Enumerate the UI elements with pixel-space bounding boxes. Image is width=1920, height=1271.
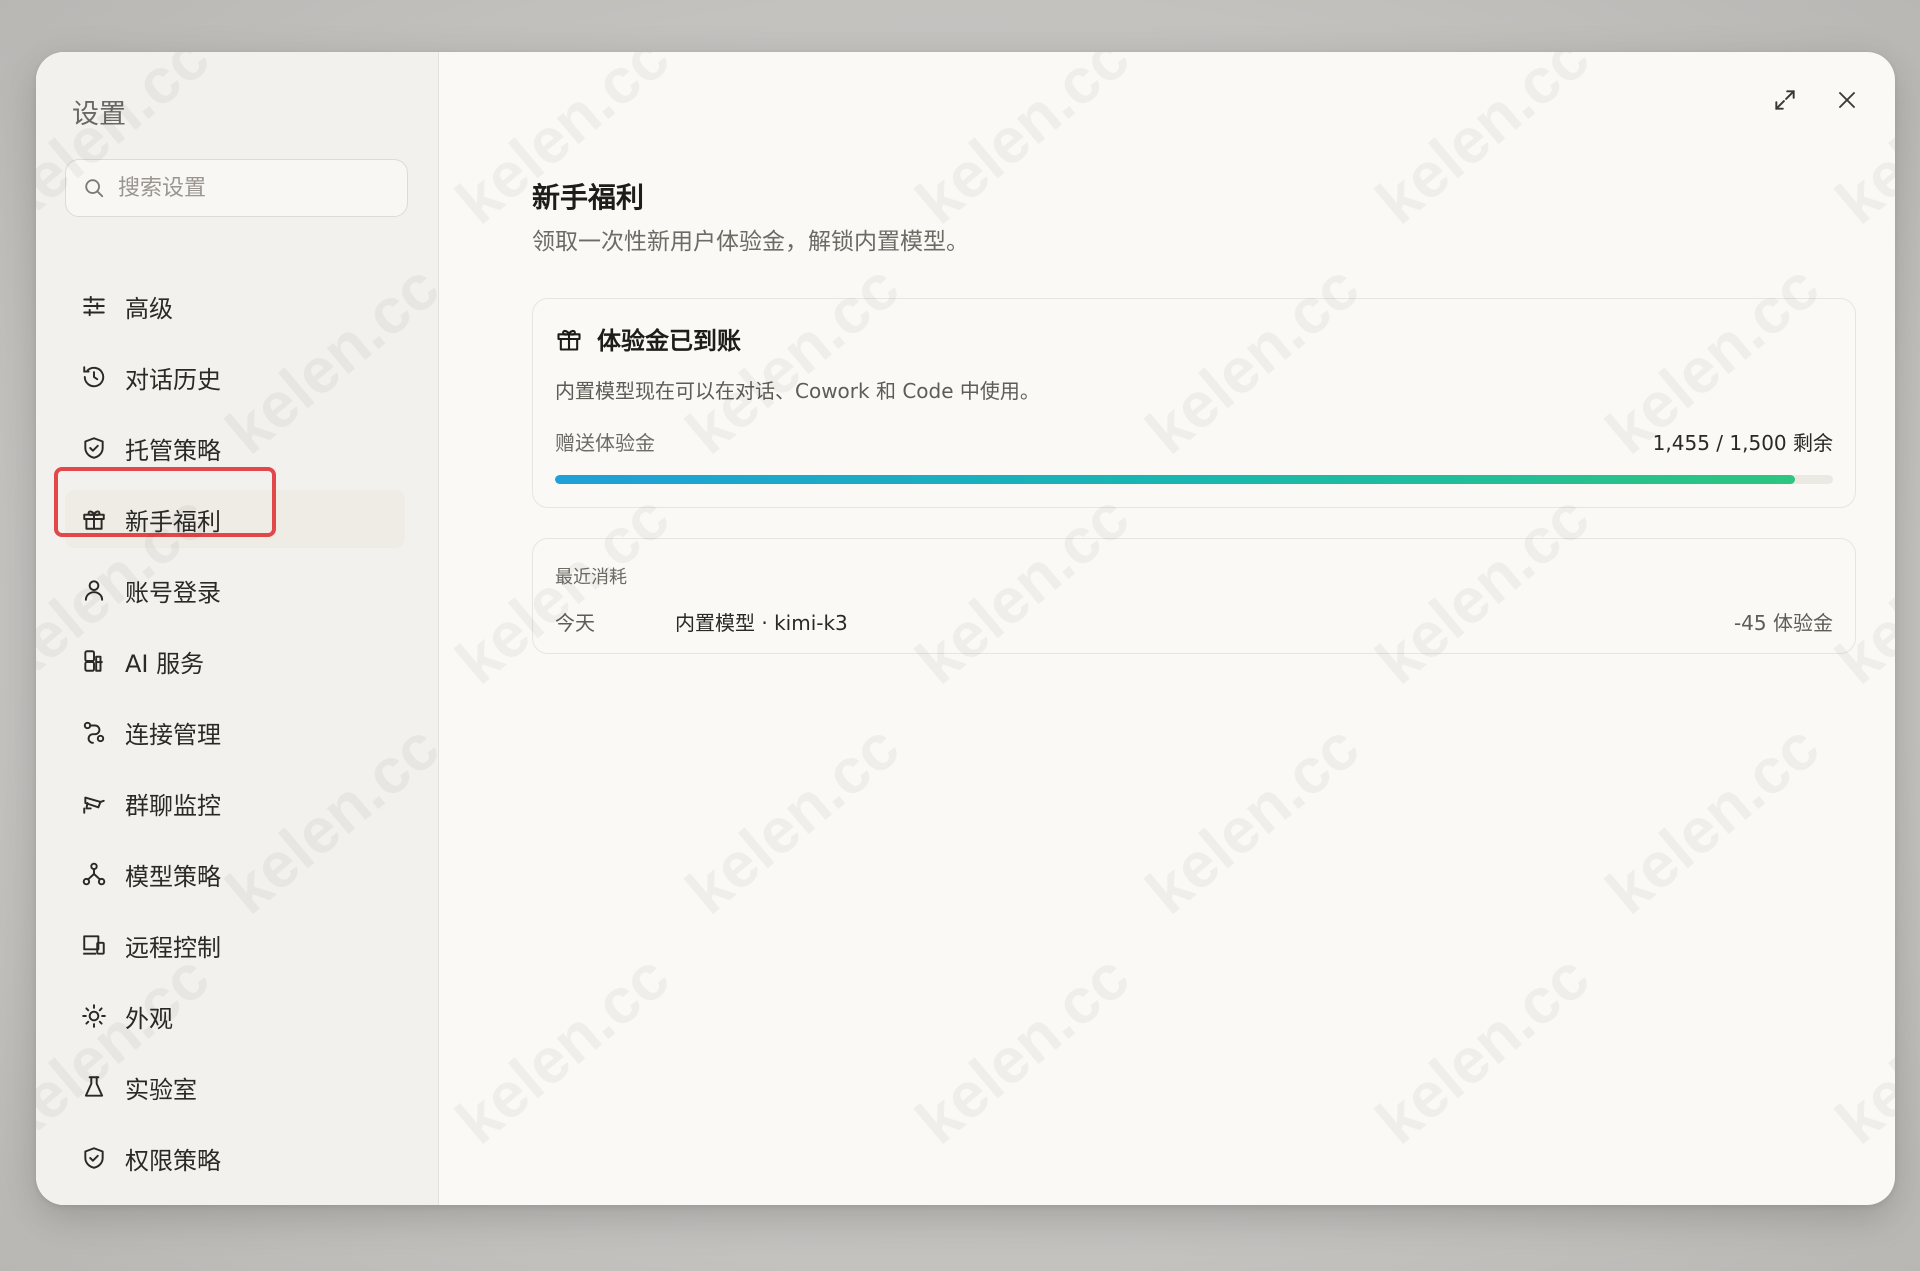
balance-progress-fill (555, 475, 1795, 484)
sidebar-item-newbie-benefits[interactable]: 新手福利 (65, 490, 405, 548)
sidebar-item-history[interactable]: 对话历史 (65, 348, 405, 406)
bonus-card-title: 体验金已到账 (597, 327, 741, 355)
sidebar-item-lab[interactable]: 实验室 (65, 1058, 405, 1116)
history-icon (79, 362, 109, 392)
sidebar-item-account-login[interactable]: 账号登录 (65, 561, 405, 619)
page-subtitle: 领取一次性新用户体验金，解锁内置模型。 (532, 229, 969, 255)
bonus-card: 体验金已到账 内置模型现在可以在对话、Cowork 和 Code 中使用。 赠送… (532, 298, 1856, 508)
sidebar-item-label: 连接管理 (125, 720, 221, 749)
usage-card-label: 最近消耗 (555, 567, 627, 588)
balance-progress-bar (555, 475, 1833, 484)
page-title: 新手福利 (532, 181, 645, 214)
sidebar-item-managed-policy[interactable]: 托管策略 (65, 419, 405, 477)
usage-card: 最近消耗 今天 内置模型 · kimi-k3 -45 体验金 (532, 538, 1856, 654)
usage-item: 内置模型 · kimi-k3 (675, 611, 848, 635)
gift-icon (79, 504, 109, 534)
sidebar-title: 设置 (72, 99, 126, 130)
search-input[interactable] (116, 174, 390, 202)
sidebar-item-appearance[interactable]: 外观 (65, 987, 405, 1045)
camera-icon (79, 788, 109, 818)
sidebar-item-connections[interactable]: 连接管理 (65, 703, 405, 761)
ai-service-icon (79, 646, 109, 676)
sidebar-item-ai-service[interactable]: AI 服务 (65, 632, 405, 690)
connection-icon (79, 717, 109, 747)
sidebar-item-label: 模型策略 (125, 862, 221, 891)
sidebar-item-label: 权限策略 (125, 1146, 221, 1175)
sidebar-item-label: 对话历史 (125, 365, 221, 394)
gift-icon (555, 325, 583, 353)
expand-icon[interactable] (1767, 82, 1803, 118)
main-content: 新手福利 领取一次性新用户体验金，解锁内置模型。 体验金已到账 内置模型现在可以… (438, 52, 1895, 1205)
bonus-card-header: 体验金已到账 (555, 321, 741, 356)
bonus-card-description: 内置模型现在可以在对话、Cowork 和 Code 中使用。 (555, 379, 1040, 403)
usage-row: 今天 内置模型 · kimi-k3 -45 体验金 (555, 607, 1833, 636)
sidebar-item-model-policy[interactable]: 模型策略 (65, 845, 405, 903)
remote-desktop-icon (79, 930, 109, 960)
sidebar-item-label: 群聊监控 (125, 791, 221, 820)
remaining-balance: 1,455 / 1,500 剩余 (1652, 431, 1833, 455)
network-icon (79, 859, 109, 889)
shield-check-icon (79, 433, 109, 463)
sliders-icon (79, 291, 109, 321)
sidebar-item-label: 远程控制 (125, 933, 221, 962)
sidebar-item-label: 账号登录 (125, 578, 221, 607)
sidebar-item-remote-control[interactable]: 远程控制 (65, 916, 405, 974)
window-actions (1767, 82, 1865, 118)
sun-icon (79, 1001, 109, 1031)
user-icon (79, 575, 109, 605)
usage-amount: -45 体验金 (1733, 611, 1833, 635)
sidebar-item-group-monitor[interactable]: 群聊监控 (65, 774, 405, 832)
search-icon (82, 176, 106, 200)
sidebar-item-label: 实验室 (125, 1075, 197, 1104)
flask-icon (79, 1072, 109, 1102)
sidebar-item-label: 新手福利 (125, 507, 221, 536)
settings-dialog: 设置 高级 对话历史 (36, 52, 1895, 1205)
sidebar-item-label: AI 服务 (125, 649, 205, 678)
usage-date: 今天 (555, 611, 595, 635)
sidebar-item-label: 高级 (125, 294, 173, 323)
sidebar-item-advanced[interactable]: 高级 (65, 277, 405, 335)
shield-check-icon (79, 1143, 109, 1173)
close-icon[interactable] (1829, 82, 1865, 118)
sidebar-item-permission-policy[interactable]: 权限策略 (65, 1129, 405, 1187)
sidebar-item-label: 托管策略 (125, 436, 221, 465)
sidebar: 设置 高级 对话历史 (36, 52, 439, 1205)
gift-amount-label: 赠送体验金 (555, 431, 655, 455)
search-box[interactable] (65, 159, 408, 217)
sidebar-item-label: 外观 (125, 1004, 173, 1033)
